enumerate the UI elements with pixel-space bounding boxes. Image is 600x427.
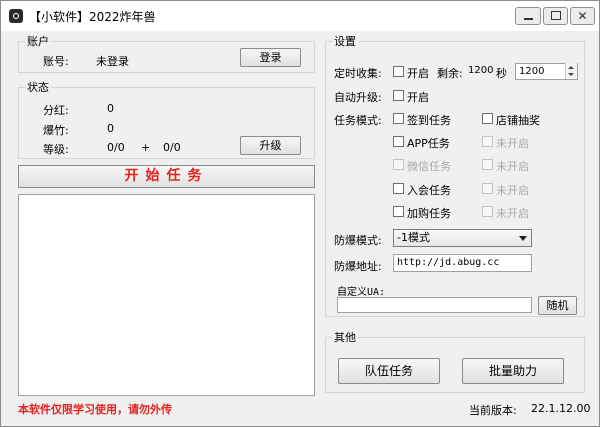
timer-label: 定时收集: — [334, 67, 382, 80]
spin-down-icon[interactable] — [568, 73, 574, 76]
timer-enable-label: 开启 — [407, 67, 429, 80]
auto-upgrade-label: 自动升级: — [334, 91, 382, 104]
settings-group: 设置 — [325, 33, 585, 317]
level-value-a: 0/0 — [107, 141, 125, 154]
task-checkbox-disabled-4 — [482, 206, 493, 217]
task-label-disabled-3: 未开启 — [496, 184, 529, 197]
close-icon: ✕ — [577, 9, 588, 23]
minimize-button[interactable] — [515, 7, 541, 25]
spin-up-icon[interactable] — [568, 66, 574, 69]
start-task-button[interactable]: 开始任务 — [18, 165, 315, 188]
timer-unit: 秒 — [496, 67, 507, 80]
level-plus: + — [141, 141, 151, 154]
explode-address-label: 防爆地址: — [334, 260, 382, 273]
task-label-disabled-2: 未开启 — [496, 160, 529, 173]
task-checkbox-sign-in[interactable] — [393, 113, 404, 124]
account-group-label: 账户 — [25, 33, 51, 49]
timer-remaining-value: 1200 — [468, 65, 494, 76]
task-label-wechat: 微信任务 — [407, 160, 451, 173]
app-window: 【小软件】2022炸年兽 ✕ 账户 账号: 未登录 登录 状态 分红: 0 爆竹… — [0, 0, 600, 427]
task-checkbox-shop-lottery[interactable] — [482, 113, 493, 124]
task-mode-label: 任务模式: — [334, 114, 382, 127]
firecracker-value: 0 — [107, 122, 114, 135]
maximize-button[interactable] — [543, 7, 568, 25]
task-label-shop-lottery: 店铺抽奖 — [496, 114, 540, 127]
level-value-b: 0/0 — [163, 141, 181, 154]
title-bar: 【小软件】2022炸年兽 ✕ — [1, 1, 599, 31]
login-button[interactable]: 登录 — [240, 48, 301, 67]
custom-ua-label: 自定义UA: — [337, 287, 386, 298]
settings-group-label: 设置 — [332, 33, 358, 49]
maximize-icon — [551, 11, 561, 20]
window-title: 【小软件】2022炸年兽 — [29, 10, 156, 24]
account-label: 账号: — [43, 55, 69, 68]
dividend-value: 0 — [107, 102, 114, 115]
task-label-app: APP任务 — [407, 137, 450, 150]
task-label-disabled-4: 未开启 — [496, 207, 529, 220]
firecracker-label: 爆竹: — [43, 124, 69, 137]
task-label-add-to-cart: 加购任务 — [407, 207, 451, 220]
team-task-button[interactable]: 队伍任务 — [338, 358, 440, 384]
task-checkbox-add-to-cart[interactable] — [393, 206, 404, 217]
task-checkbox-app[interactable] — [393, 136, 404, 147]
task-checkbox-disabled-1 — [482, 136, 493, 147]
task-checkbox-wechat — [393, 159, 404, 170]
account-value: 未登录 — [96, 55, 129, 68]
custom-ua-input[interactable] — [337, 297, 532, 313]
explode-mode-value: -1模式 — [397, 231, 430, 244]
explode-mode-label: 防爆模式: — [334, 234, 382, 247]
task-label-disabled-1: 未开启 — [496, 137, 529, 150]
batch-help-button[interactable]: 批量助力 — [462, 358, 564, 384]
dividend-label: 分红: — [43, 104, 69, 117]
explode-mode-select[interactable]: -1模式 — [393, 229, 532, 247]
log-output-area[interactable] — [18, 194, 315, 396]
task-label-membership: 入会任务 — [407, 184, 451, 197]
timer-spin-buttons[interactable] — [565, 63, 577, 79]
version-label: 当前版本: — [469, 404, 517, 417]
task-checkbox-disabled-2 — [482, 159, 493, 170]
timer-remaining-label: 剩余: — [437, 67, 463, 80]
random-ua-button[interactable]: 随机 — [538, 296, 577, 315]
other-group-label: 其他 — [332, 329, 358, 345]
status-group-label: 状态 — [25, 79, 51, 95]
version-value: 22.1.12.00 — [531, 402, 591, 415]
task-label-sign-in: 签到任务 — [407, 114, 451, 127]
chevron-down-icon — [519, 236, 527, 241]
timer-interval-value: 1200 — [519, 66, 545, 77]
task-checkbox-disabled-3 — [482, 183, 493, 194]
auto-upgrade-enable-label: 开启 — [407, 91, 429, 104]
explode-address-input[interactable]: http://jd.abug.cc — [393, 254, 532, 272]
app-logo-icon — [9, 9, 23, 23]
task-checkbox-membership[interactable] — [393, 183, 404, 194]
upgrade-button[interactable]: 升级 — [240, 136, 301, 155]
explode-address-value: http://jd.abug.cc — [397, 257, 500, 268]
level-label: 等级: — [43, 143, 69, 156]
usage-notice: 本软件仅限学习使用，请勿外传 — [18, 403, 172, 416]
minimize-icon — [524, 18, 533, 20]
auto-upgrade-checkbox[interactable] — [393, 90, 404, 101]
close-button[interactable]: ✕ — [570, 7, 595, 25]
timer-enable-checkbox[interactable] — [393, 66, 404, 77]
